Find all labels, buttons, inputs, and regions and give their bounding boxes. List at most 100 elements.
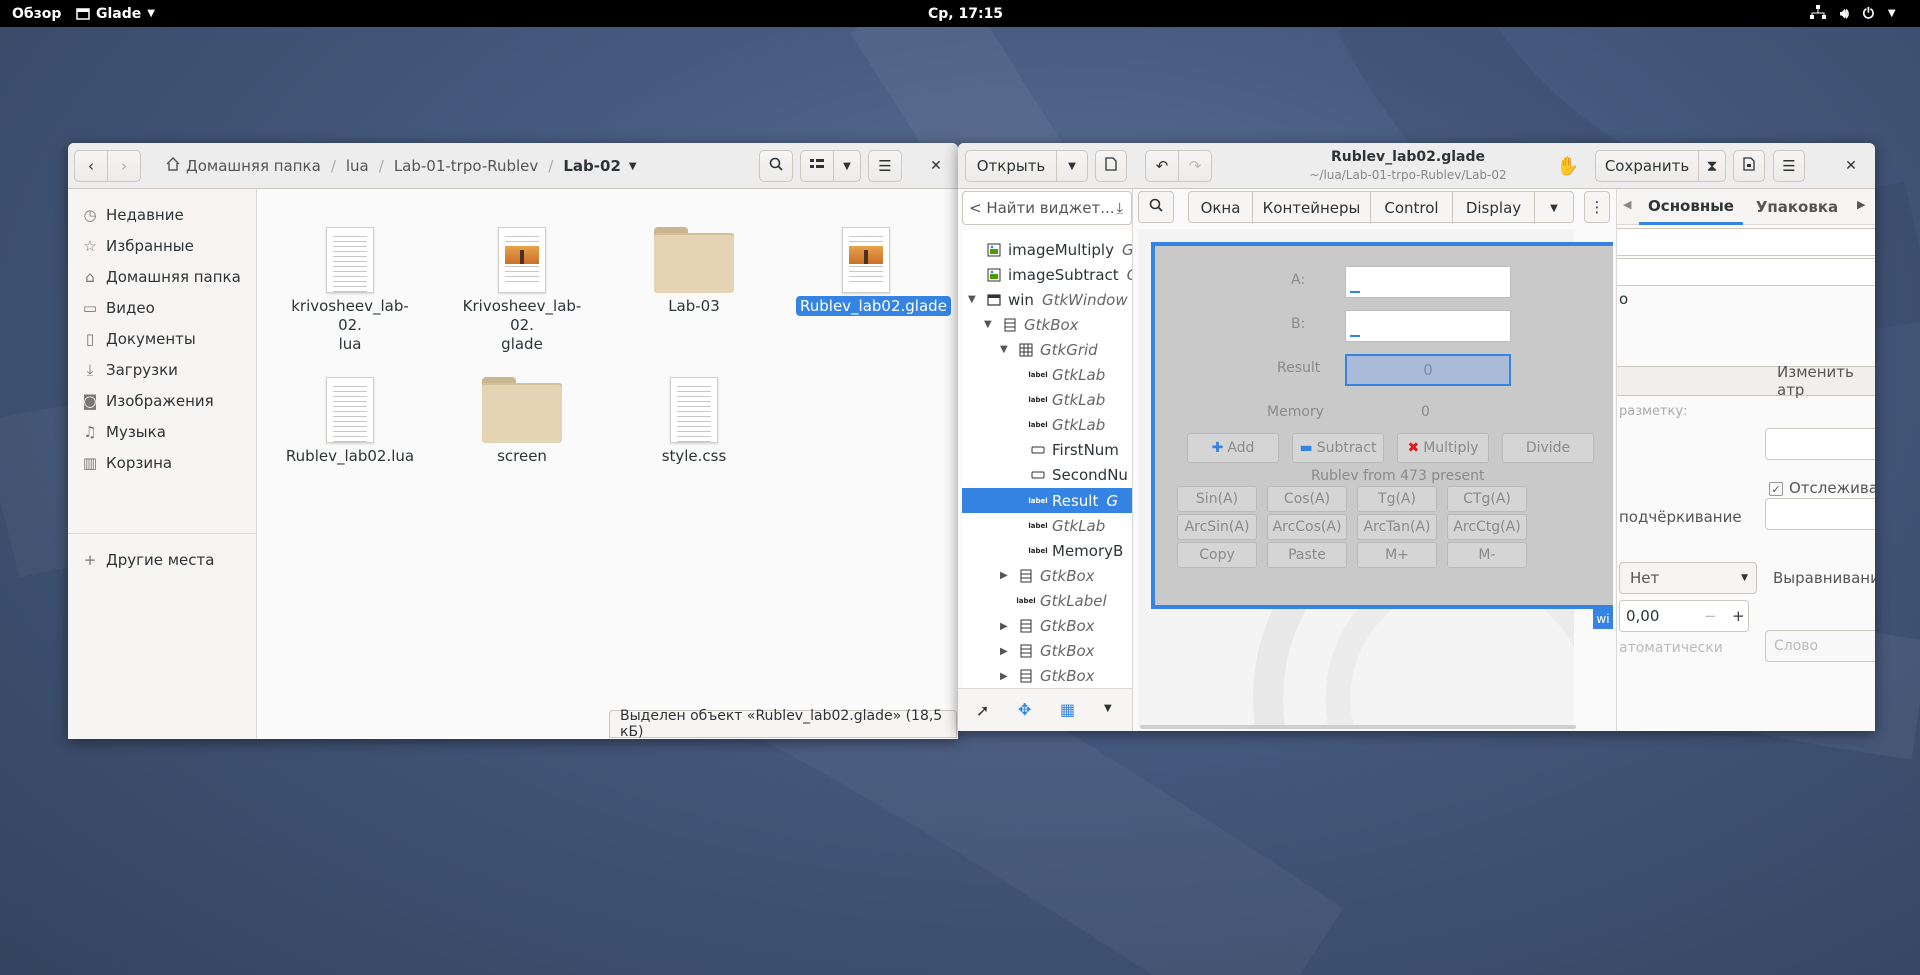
- edit-attributes-button[interactable]: Изменить атр: [1617, 363, 1875, 399]
- tree-row[interactable]: label GtkLabel: [962, 588, 1132, 613]
- tree-row[interactable]: imageMultiply G: [962, 237, 1132, 262]
- function-button[interactable]: ArcTan(A): [1357, 514, 1437, 540]
- palette-search-button[interactable]: [1138, 191, 1174, 223]
- function-button[interactable]: CTg(A): [1447, 486, 1527, 512]
- save-as-button[interactable]: ⧗: [1698, 150, 1726, 182]
- tree-row[interactable]: ▶ GtkBox: [962, 639, 1132, 664]
- sidebar-item[interactable]: ◙ Изображения: [68, 386, 257, 416]
- multiply-button[interactable]: ✖ Multiply: [1397, 433, 1489, 463]
- tree-row[interactable]: FirstNum: [962, 438, 1132, 463]
- tree-row[interactable]: label GtkLab: [962, 413, 1132, 438]
- breadcrumb-lua[interactable]: lua: [346, 157, 369, 175]
- redo-button[interactable]: ↷: [1178, 150, 1212, 182]
- file-item[interactable]: krivosheev_lab-02. lua: [280, 217, 420, 357]
- plus-icon[interactable]: +: [1732, 607, 1745, 625]
- function-button[interactable]: Paste: [1267, 542, 1347, 568]
- tree-row[interactable]: ▶ GtkBox: [962, 563, 1132, 588]
- expander-open-icon[interactable]: ▼: [1000, 344, 1008, 355]
- breadcrumb-current[interactable]: Lab-02 ▼: [563, 157, 636, 175]
- clock[interactable]: Ср, 17:15: [928, 0, 1003, 27]
- calculator-preview[interactable]: A: B: Result 0 Memory 0 ✚ Add ▬ Subtract ✖…: [1151, 242, 1613, 629]
- view-options-button[interactable]: ▼: [833, 150, 861, 182]
- subtract-button[interactable]: ▬ Subtract: [1292, 433, 1384, 463]
- activities-button[interactable]: Обзор: [12, 0, 61, 27]
- margins-icon[interactable]: ▦: [1060, 700, 1075, 719]
- palette-tab-control[interactable]: Control: [1371, 192, 1453, 224]
- first-number-input[interactable]: [1345, 266, 1511, 298]
- sidebar-item[interactable]: ⌂ Домашняя папка: [68, 262, 257, 292]
- canvas-scrollbar[interactable]: [1140, 725, 1576, 729]
- file-item[interactable]: Rublev_lab02.glade: [796, 217, 951, 357]
- sidebar-item[interactable]: ▯ Документы: [68, 324, 257, 354]
- hand-icon[interactable]: ✋: [1555, 153, 1581, 179]
- back-button[interactable]: ‹: [74, 150, 108, 182]
- none-dropdown[interactable]: Нет ▼: [1619, 562, 1757, 594]
- close-button[interactable]: ✕: [1835, 150, 1867, 182]
- recent-files-button[interactable]: ▼: [1056, 150, 1088, 182]
- function-button[interactable]: Copy: [1177, 542, 1257, 568]
- chevron-left-icon[interactable]: ◀: [1623, 198, 1631, 211]
- undo-button[interactable]: ↶: [1145, 150, 1179, 182]
- close-button[interactable]: ✕: [920, 150, 952, 182]
- palette-more-button[interactable]: ▼: [1535, 192, 1573, 224]
- function-button[interactable]: ArcCos(A): [1267, 514, 1347, 540]
- new-project-button[interactable]: [1095, 150, 1127, 182]
- sidebar-item[interactable]: ♫ Музыка: [68, 417, 257, 447]
- chevron-right-icon[interactable]: ▶: [1857, 198, 1865, 211]
- widget-search-field[interactable]: < Найти виджет... ⤓: [962, 191, 1132, 225]
- sidebar-item[interactable]: ◷ Недавние: [68, 200, 257, 230]
- function-button[interactable]: M+: [1357, 542, 1437, 568]
- sidebar-item[interactable]: ⤓ Загрузки: [68, 355, 257, 385]
- tree-row[interactable]: SecondNu: [962, 463, 1132, 488]
- tree-row[interactable]: ▶ GtkBox: [962, 614, 1132, 639]
- property-field-id[interactable]: [1617, 228, 1875, 256]
- tree-row[interactable]: label GtkLab: [962, 513, 1132, 538]
- function-button[interactable]: ArcSin(A): [1177, 514, 1257, 540]
- wrap-mode-field[interactable]: Слово: [1765, 630, 1875, 662]
- expander-closed-icon[interactable]: ▶: [1000, 570, 1008, 581]
- expander-closed-icon[interactable]: ▶: [1000, 671, 1008, 682]
- file-item[interactable]: Krivosheev_lab-02. glade: [452, 217, 592, 357]
- tree-row[interactable]: ▼ GtkBox: [962, 312, 1132, 337]
- system-status-area[interactable]: 🔊︎ ⏻ ▼: [1810, 0, 1896, 27]
- save-button[interactable]: Сохранить: [1595, 150, 1699, 182]
- breadcrumb-home[interactable]: Домашняя папка: [166, 157, 321, 175]
- divide-button[interactable]: Divide: [1502, 433, 1594, 463]
- expander-closed-icon[interactable]: ▶: [1000, 621, 1008, 632]
- tab-packing[interactable]: Упаковка: [1745, 189, 1849, 225]
- property-field-markup[interactable]: [1765, 428, 1875, 460]
- app-menu[interactable]: Glade ▼: [76, 0, 155, 27]
- tree-row[interactable]: label GtkLab: [962, 388, 1132, 413]
- folder-item[interactable]: screen: [452, 367, 592, 507]
- track-checkbox[interactable]: ✓: [1769, 482, 1783, 496]
- preview-button[interactable]: [1733, 150, 1765, 182]
- palette-tab-windows[interactable]: Окна: [1189, 192, 1253, 224]
- tree-row[interactable]: label GtkLab: [962, 363, 1132, 388]
- palette-tab-containers[interactable]: Контейнеры: [1253, 192, 1371, 224]
- property-field-underline[interactable]: [1765, 498, 1875, 530]
- forward-button[interactable]: ›: [107, 150, 141, 182]
- function-button[interactable]: Cos(A): [1267, 486, 1347, 512]
- function-button[interactable]: ArcCtg(A): [1447, 514, 1527, 540]
- result-label-selected[interactable]: 0: [1345, 354, 1511, 386]
- tab-general[interactable]: Основные: [1639, 189, 1743, 225]
- tree-row[interactable]: label MemoryB: [962, 538, 1132, 563]
- file-item[interactable]: Rublev_lab02.lua: [280, 367, 420, 507]
- search-button[interactable]: [759, 150, 793, 182]
- second-number-input[interactable]: [1345, 310, 1511, 342]
- palette-tab-display[interactable]: Display: [1453, 192, 1535, 224]
- view-mode-button[interactable]: [800, 150, 834, 182]
- function-button[interactable]: M-: [1447, 542, 1527, 568]
- expander-closed-icon[interactable]: ▶: [1000, 646, 1008, 657]
- add-button[interactable]: ✚ Add: [1187, 433, 1279, 463]
- sidebar-item[interactable]: ☆ Избранные: [68, 231, 257, 261]
- chevron-down-icon[interactable]: ▼: [1104, 703, 1112, 714]
- file-item[interactable]: style.css: [624, 367, 764, 507]
- folder-item[interactable]: Lab-03: [624, 217, 764, 357]
- function-button[interactable]: Tg(A): [1357, 486, 1437, 512]
- menu-button[interactable]: ☰: [1773, 150, 1805, 182]
- pointer-icon[interactable]: ➚: [976, 701, 989, 720]
- palette-menu-button[interactable]: ⋮: [1584, 191, 1610, 223]
- menu-button[interactable]: ☰: [868, 150, 902, 182]
- breadcrumb-lab01[interactable]: Lab-01-trpo-Rublev: [394, 157, 538, 175]
